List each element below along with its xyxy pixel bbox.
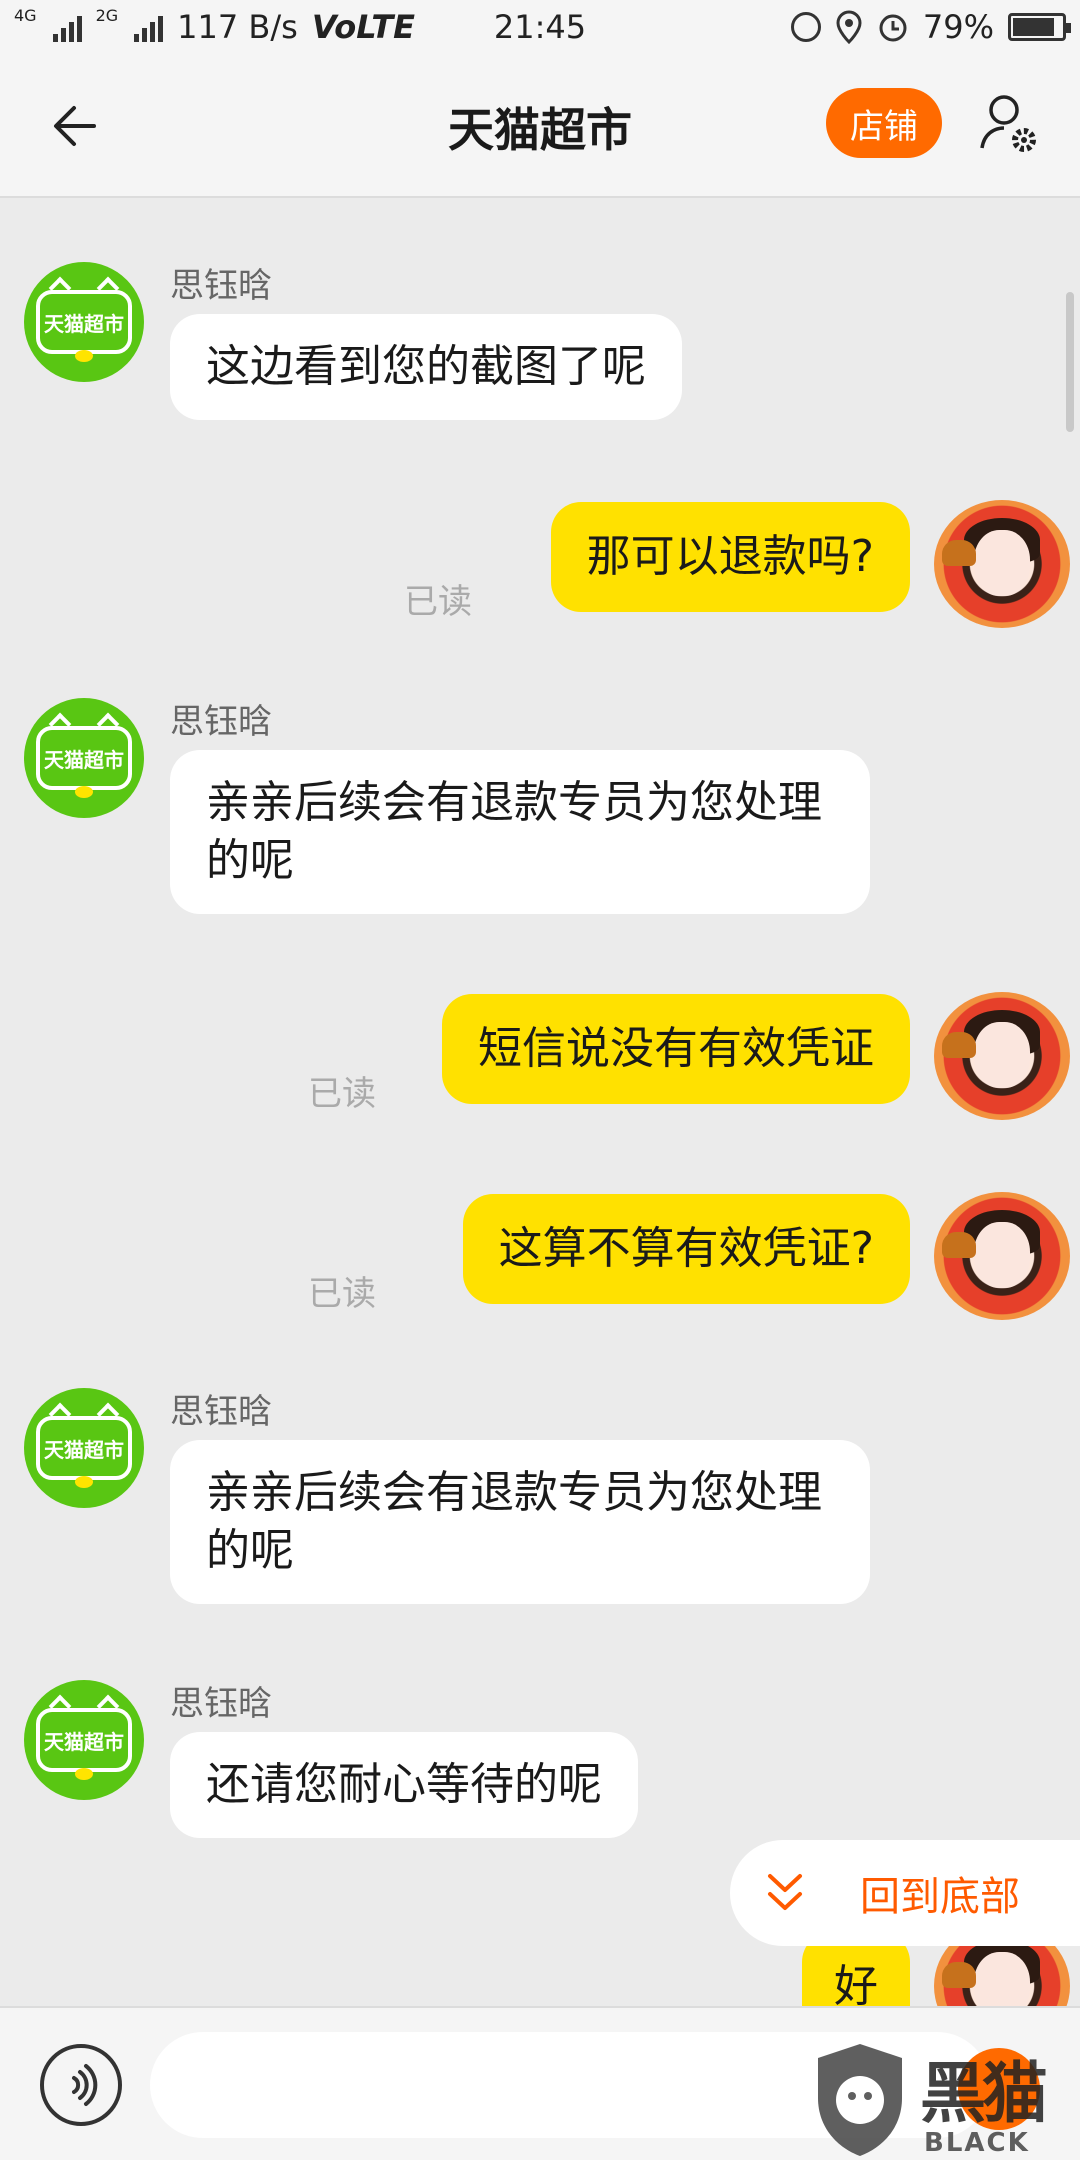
- sender-name: 思钰晗: [170, 1392, 272, 1432]
- watermark-cn: 黑猫: [920, 2055, 1048, 2132]
- shop-button[interactable]: 店铺: [826, 88, 942, 158]
- shop-avatar-text: 天猫超市: [44, 1437, 124, 1462]
- back-to-bottom-button[interactable]: 回到底部: [730, 1840, 1080, 1946]
- shop-avatar[interactable]: 天猫超市: [24, 1680, 144, 1800]
- shop-avatar-text: 天猫超市: [44, 747, 124, 772]
- read-receipt: 已读: [690, 1996, 758, 2006]
- message-bubble[interactable]: 亲亲后续会有退款专员为您处理的呢: [170, 1440, 870, 1604]
- scrollbar[interactable]: [1066, 292, 1074, 432]
- user-avatar[interactable]: [934, 1192, 1070, 1320]
- message-bubble[interactable]: 还请您耐心等待的呢: [170, 1732, 638, 1838]
- location-icon: [836, 10, 862, 44]
- sender-name: 思钰晗: [170, 702, 272, 742]
- user-avatar[interactable]: [934, 500, 1070, 628]
- battery-icon: [1008, 13, 1071, 41]
- sender-name: 思钰晗: [170, 1684, 272, 1724]
- sender-name: 思钰晗: [170, 266, 272, 306]
- watermark-logo: 黑猫 BLACK CAT: [810, 2040, 1080, 2160]
- message-bubble[interactable]: 亲亲后续会有退款专员为您处理的呢: [170, 750, 870, 914]
- message-bubble[interactable]: 那可以退款吗?: [550, 502, 910, 612]
- message-bubble[interactable]: 这算不算有效凭证?: [462, 1194, 910, 1304]
- shop-avatar[interactable]: 天猫超市: [24, 698, 144, 818]
- status-bar: 4G 2G 117 B/s VoLTE 21:45 79%: [0, 0, 1080, 56]
- rotation-lock-icon: [790, 12, 821, 42]
- battery-percent: 79%: [922, 8, 994, 46]
- watermark-en: BLACK CAT: [924, 2128, 1030, 2160]
- shop-avatar[interactable]: 天猫超市: [24, 262, 144, 382]
- shop-avatar[interactable]: 天猫超市: [24, 1388, 144, 1508]
- voice-input-icon[interactable]: [40, 2044, 122, 2126]
- read-receipt: 已读: [308, 1074, 376, 1114]
- shield-cat-icon: [818, 2044, 902, 2156]
- read-receipt: 已读: [404, 582, 472, 622]
- message-bubble[interactable]: 短信说没有有效凭证: [442, 994, 910, 1104]
- double-chevron-down-icon: [768, 1874, 802, 1910]
- back-to-bottom-label: 回到底部: [860, 1874, 1020, 1920]
- alarm-icon: [879, 14, 907, 42]
- shop-avatar-text: 天猫超市: [44, 311, 124, 336]
- message-bubble[interactable]: 这边看到您的截图了呢: [170, 314, 682, 420]
- user-settings-icon[interactable]: [978, 92, 1042, 156]
- chat-message-list[interactable]: 天猫超市 思钰晗 这边看到您的截图了呢 已读 那可以退款吗? 天猫超市 思钰晗 …: [0, 200, 1080, 2006]
- user-avatar[interactable]: [934, 992, 1070, 1120]
- shop-avatar-text: 天猫超市: [44, 1729, 124, 1754]
- read-receipt: 已读: [308, 1274, 376, 1314]
- chat-header: 天猫超市 店铺: [0, 56, 1080, 198]
